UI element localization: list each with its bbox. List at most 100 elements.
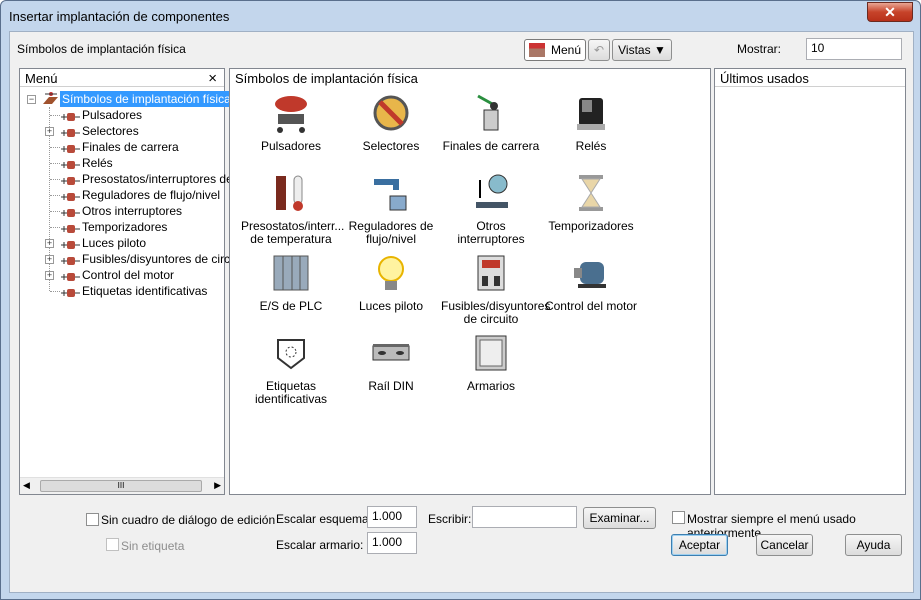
scroll-right-icon[interactable]: ▶ — [214, 480, 221, 491]
tree-item[interactable]: + Luces piloto — [20, 235, 224, 251]
tree-item[interactable]: + Fusibles/disyuntores de circuit — [20, 251, 243, 267]
menu-button[interactable]: Menú — [524, 39, 586, 61]
tree-item-label: Pulsadores — [82, 108, 143, 122]
tree-item[interactable]: Etiquetas identificativas — [20, 283, 224, 299]
tree-root[interactable]: − Símbolos de implantación física — [20, 91, 233, 107]
tree-item[interactable]: Finales de carrera — [20, 139, 224, 155]
close-button[interactable]: ✕ — [867, 2, 913, 22]
scale-schematic-input[interactable]: 1.000 — [367, 506, 417, 528]
fuse-icon — [477, 255, 505, 291]
tree-item-label: Otros interruptores — [82, 204, 183, 218]
symbol-scale[interactable]: Otros interruptores — [441, 172, 541, 246]
help-button[interactable]: Ayuda — [845, 534, 902, 556]
tree-item-label: Reguladores de flujo/nivel — [82, 188, 221, 202]
symbol-hourglass[interactable]: Temporizadores — [541, 172, 641, 233]
menu-button-label: Menú — [551, 43, 582, 57]
limit-switch-icon — [477, 94, 499, 131]
symbol-lightbulb[interactable]: Luces piloto — [341, 252, 441, 313]
views-label: Vistas — [618, 43, 651, 57]
tree-connector — [50, 211, 60, 212]
tree-item-label: Etiquetas identificativas — [82, 284, 208, 298]
expand-icon[interactable]: + — [45, 255, 54, 264]
symbol-tag[interactable]: Etiquetas identificativas — [241, 332, 341, 406]
back-button[interactable]: ↶ — [588, 39, 610, 61]
symbol-label-line2: de circuito — [463, 312, 519, 326]
component-icon — [61, 142, 81, 153]
faucet-icon — [374, 179, 407, 211]
component-icon — [61, 222, 81, 233]
expand-icon[interactable]: + — [45, 127, 54, 136]
cancel-button[interactable]: Cancelar — [756, 534, 813, 556]
tree-item-label: Selectores — [82, 124, 139, 138]
scroll-thumb[interactable]: III — [40, 480, 202, 492]
plc-icon — [273, 255, 309, 291]
show-count-input[interactable]: 10 — [806, 38, 902, 60]
menu-panel: Menú × − Símbolos de implantación física … — [19, 68, 246, 495]
no-tag-checkbox[interactable] — [106, 538, 119, 551]
symbol-selector[interactable]: Selectores — [341, 92, 441, 153]
browse-button[interactable]: Examinar... — [583, 507, 656, 529]
tree-item[interactable]: + Control del motor — [20, 267, 224, 283]
symbol-faucet[interactable]: Reguladores de flujo/nivel — [341, 172, 441, 246]
tree-item[interactable]: Temporizadores — [20, 219, 224, 235]
section-label: Símbolos de implantación física — [17, 42, 186, 56]
write-input[interactable] — [472, 506, 577, 528]
collapse-icon[interactable]: − — [27, 95, 36, 104]
symbol-label-line2: de temperatura — [250, 232, 332, 246]
symbol-plc[interactable]: E/S de PLC — [241, 252, 341, 313]
symbol-label: Otros interruptores — [457, 219, 525, 246]
symbol-label-line2: flujo/nivel — [365, 232, 417, 246]
horizontal-scrollbar[interactable]: ◀ III ▶ — [20, 477, 224, 494]
symbol-label: Luces piloto — [358, 299, 424, 313]
symbol-label: Pulsadores — [260, 139, 322, 153]
symbol-thermometer[interactable]: Presostatos/interr... de temperatura — [241, 172, 344, 246]
menu-panel-header: Menú × — [20, 69, 224, 87]
component-icon — [61, 286, 81, 297]
component-icon — [61, 174, 81, 185]
expand-icon[interactable]: + — [45, 239, 54, 248]
din-rail-icon — [372, 344, 410, 361]
symbol-din-rail[interactable]: Raíl DIN — [341, 332, 441, 393]
close-panel-icon[interactable]: × — [208, 70, 217, 87]
tree-item-label: Fusibles/disyuntores de circuit — [82, 252, 243, 266]
expand-icon[interactable]: + — [45, 271, 54, 280]
tree-item[interactable]: Relés — [20, 155, 224, 171]
symbol-cabinet[interactable]: Armarios — [441, 332, 541, 393]
scroll-left-icon[interactable]: ◀ — [23, 480, 30, 491]
no-edit-dialog-checkbox[interactable] — [86, 513, 99, 526]
component-icon — [61, 270, 81, 281]
symbol-label: Relés — [575, 139, 607, 153]
motor-icon — [574, 262, 606, 288]
scale-schematic-label: Escalar esquema: — [276, 512, 373, 526]
recent-panel: Últimos usados — [714, 68, 906, 495]
tree-item[interactable]: + Selectores — [20, 123, 224, 139]
tree-root-label: Símbolos de implantación física — [60, 91, 233, 107]
symbol-relay[interactable]: Relés — [541, 92, 641, 153]
tree-connector — [50, 291, 60, 292]
relay-icon — [577, 98, 605, 130]
tree-item[interactable]: Presostatos/interruptores de te — [20, 171, 246, 187]
symbol-pushbutton[interactable]: Pulsadores — [241, 92, 341, 153]
accept-button[interactable]: Aceptar — [671, 534, 728, 556]
tree-item[interactable]: Pulsadores — [20, 107, 224, 123]
component-icon — [61, 254, 81, 265]
symbol-label: E/S de PLC — [259, 299, 323, 313]
symbol-label: Selectores — [362, 139, 420, 153]
always-show-menu-checkbox[interactable] — [672, 511, 685, 524]
window-title: Insertar implantación de componentes — [9, 9, 230, 24]
tree-item[interactable]: Reguladores de flujo/nivel — [20, 187, 224, 203]
tree-item-label: Luces piloto — [82, 236, 147, 250]
tree-item[interactable]: Otros interruptores — [20, 203, 224, 219]
views-dropdown[interactable]: Vistas ▼ — [612, 39, 672, 61]
symbol-label: Control del motor — [544, 299, 638, 313]
tree-connector — [50, 179, 60, 180]
component-icon — [61, 110, 81, 121]
lightbulb-icon — [378, 256, 404, 290]
scale-cabinet-input[interactable]: 1.000 — [367, 532, 417, 554]
back-icon: ↶ — [593, 43, 605, 57]
show-label: Mostrar: — [737, 42, 782, 56]
symbol-fuse[interactable]: Fusibles/disyuntores de circuito — [441, 252, 550, 326]
symbol-motor[interactable]: Control del motor — [541, 252, 641, 313]
scale-icon — [476, 174, 508, 208]
symbol-limit-switch[interactable]: Finales de carrera — [441, 92, 541, 153]
